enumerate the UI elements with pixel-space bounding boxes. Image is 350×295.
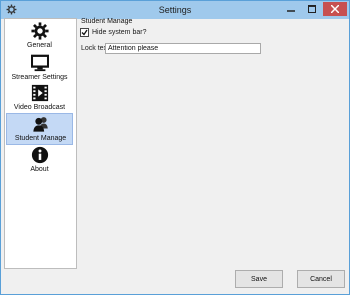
sidebar-item-general[interactable]: General (6, 21, 73, 53)
section-title: Student Manage (81, 18, 133, 25)
settings-content: Student Manage Hide system bar? Lock tex… (75, 18, 348, 267)
title-bar[interactable]: Settings (1, 1, 349, 19)
sidebar-item-streamer-settings[interactable]: Streamer Settings (6, 53, 73, 85)
sidebar-item-label: About (30, 166, 49, 173)
sidebar-item-label: Student Manage (14, 135, 67, 142)
hide-system-bar-option[interactable]: Hide system bar? (80, 28, 146, 37)
settings-window: Settings General Streamer Settings Video… (0, 0, 350, 295)
gear-icon (31, 22, 49, 40)
minimize-icon (287, 10, 295, 12)
close-icon (331, 5, 339, 13)
sidebar-item-label: Video Broadcast (13, 104, 66, 111)
film-icon (31, 84, 49, 102)
monitor-icon (31, 54, 49, 72)
lock-text-input[interactable] (105, 43, 261, 54)
sidebar-item-label: General (27, 42, 52, 49)
sidebar-item-video-broadcast[interactable]: Video Broadcast (6, 83, 73, 115)
settings-sidebar: General Streamer Settings Video Broadcas… (4, 18, 77, 269)
close-button[interactable] (323, 2, 347, 16)
sidebar-item-about[interactable]: About (6, 145, 73, 177)
maximize-icon (308, 5, 316, 13)
checkmark-icon (81, 29, 88, 36)
hide-system-bar-label: Hide system bar? (92, 29, 147, 36)
minimize-button[interactable] (281, 2, 301, 16)
info-icon (31, 146, 49, 164)
cancel-button[interactable]: Cancel (297, 270, 345, 288)
sidebar-item-label: Streamer Settings (11, 74, 68, 81)
users-icon (33, 117, 48, 132)
sidebar-item-student-manage[interactable]: Student Manage (6, 113, 73, 145)
maximize-button[interactable] (302, 2, 322, 16)
hide-system-bar-checkbox[interactable] (80, 28, 89, 37)
save-button[interactable]: Save (235, 270, 283, 288)
